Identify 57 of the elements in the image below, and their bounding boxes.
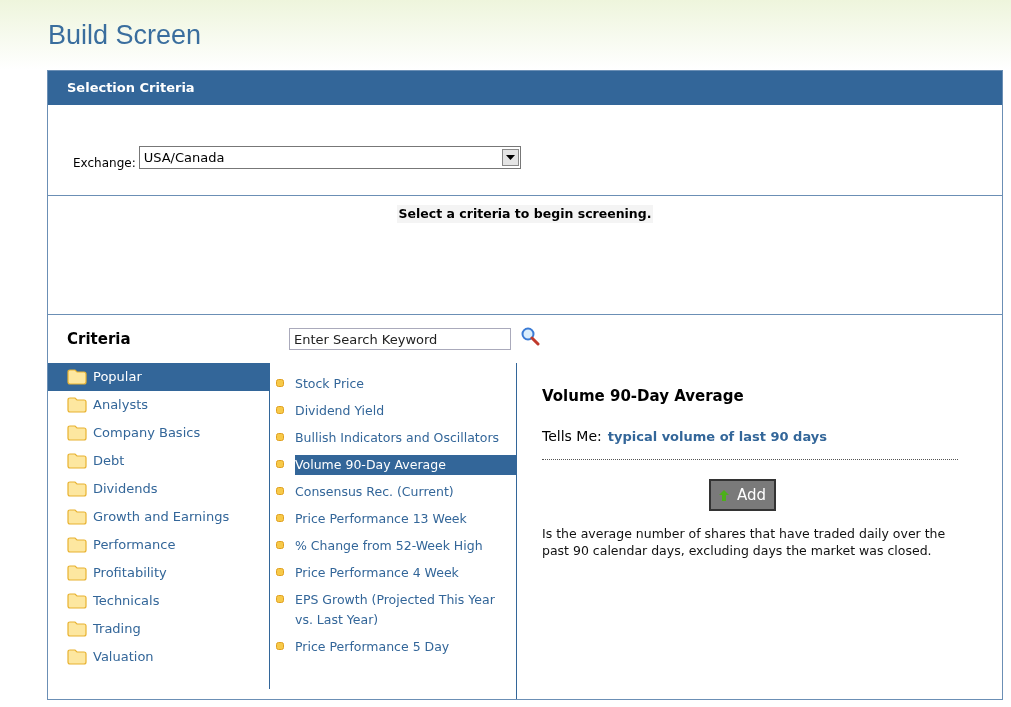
arrow-up-icon bbox=[718, 489, 729, 501]
folder-icon bbox=[67, 537, 87, 553]
bullet-icon bbox=[276, 568, 284, 576]
criteria-item[interactable]: Price Performance 4 Week bbox=[295, 563, 516, 583]
exchange-label: Exchange: bbox=[73, 155, 136, 172]
category-item[interactable]: Growth and Earnings bbox=[48, 503, 269, 531]
criteria-item[interactable]: Stock Price bbox=[295, 374, 516, 394]
category-item[interactable]: Debt bbox=[48, 447, 269, 475]
bullet-icon bbox=[276, 406, 284, 414]
bullet-icon bbox=[276, 642, 284, 650]
folder-icon bbox=[67, 509, 87, 525]
detail-title: Volume 90-Day Average bbox=[542, 386, 745, 406]
folder-icon bbox=[67, 369, 87, 385]
folder-icon bbox=[67, 565, 87, 581]
caret-icon bbox=[501, 149, 519, 166]
description-text: Is the average number of shares that have traded daily over the past 90 calendar days, excluding days the market was closed. bbox=[542, 525, 947, 559]
category-item[interactable]: Dividends bbox=[48, 475, 269, 503]
folder-icon bbox=[67, 621, 87, 637]
folder-icon bbox=[67, 397, 87, 413]
tells-me-text: typical volume of last 90 days bbox=[607, 428, 827, 446]
category-item[interactable]: Popular bbox=[48, 363, 269, 391]
criteria-item[interactable]: Dividend Yield bbox=[295, 401, 516, 421]
tells-me-label: Tells Me: bbox=[542, 427, 602, 446]
folder-icon bbox=[67, 649, 87, 665]
criteria-item[interactable]: Price Performance 5 Day bbox=[295, 637, 516, 657]
category-item[interactable]: Trading bbox=[48, 615, 269, 643]
folder-icon bbox=[67, 425, 87, 441]
criteria-item[interactable]: Volume 90-Day Average bbox=[295, 455, 516, 475]
bullet-icon bbox=[276, 514, 284, 522]
bullet-icon bbox=[276, 379, 284, 387]
search-field[interactable]: Enter Search Keyword bbox=[289, 328, 511, 350]
exchange-dropdown[interactable]: USA/Canada bbox=[138, 146, 521, 169]
search-icon[interactable] bbox=[520, 326, 540, 346]
add-button[interactable]: Add bbox=[708, 479, 776, 511]
category-item[interactable]: Valuation bbox=[48, 643, 269, 671]
bullet-icon bbox=[276, 433, 284, 441]
page-title: Build Screen bbox=[48, 19, 203, 52]
category-item[interactable]: Company Basics bbox=[48, 419, 269, 447]
criteria-item[interactable]: Bullish Indicators and Oscillators bbox=[295, 428, 516, 448]
criteria-item[interactable]: Consensus Rec. (Current) bbox=[295, 482, 516, 502]
instruction-text: Select a criteria to begin screening. bbox=[396, 205, 654, 223]
folder-icon bbox=[67, 593, 87, 609]
bullet-icon bbox=[276, 541, 284, 549]
folder-icon bbox=[67, 453, 87, 469]
panel-header: Selection Criteria bbox=[48, 71, 1002, 105]
category-item[interactable]: Technicals bbox=[48, 587, 269, 615]
bullet-icon bbox=[276, 595, 284, 603]
bullet-icon bbox=[276, 460, 284, 468]
bullet-icon bbox=[276, 487, 284, 495]
category-item[interactable]: Profitability bbox=[48, 559, 269, 587]
category-item[interactable]: Analysts bbox=[48, 391, 269, 419]
criteria-item[interactable]: % Change from 52-Week High bbox=[295, 536, 516, 556]
criteria-heading: Criteria bbox=[67, 328, 132, 350]
criteria-item[interactable]: Price Performance 13 Week bbox=[295, 509, 516, 529]
category-item[interactable]: Performance bbox=[48, 531, 269, 559]
criteria-item[interactable]: EPS Growth (Projected This Year vs. Last Year) bbox=[295, 590, 516, 630]
folder-icon bbox=[67, 481, 87, 497]
